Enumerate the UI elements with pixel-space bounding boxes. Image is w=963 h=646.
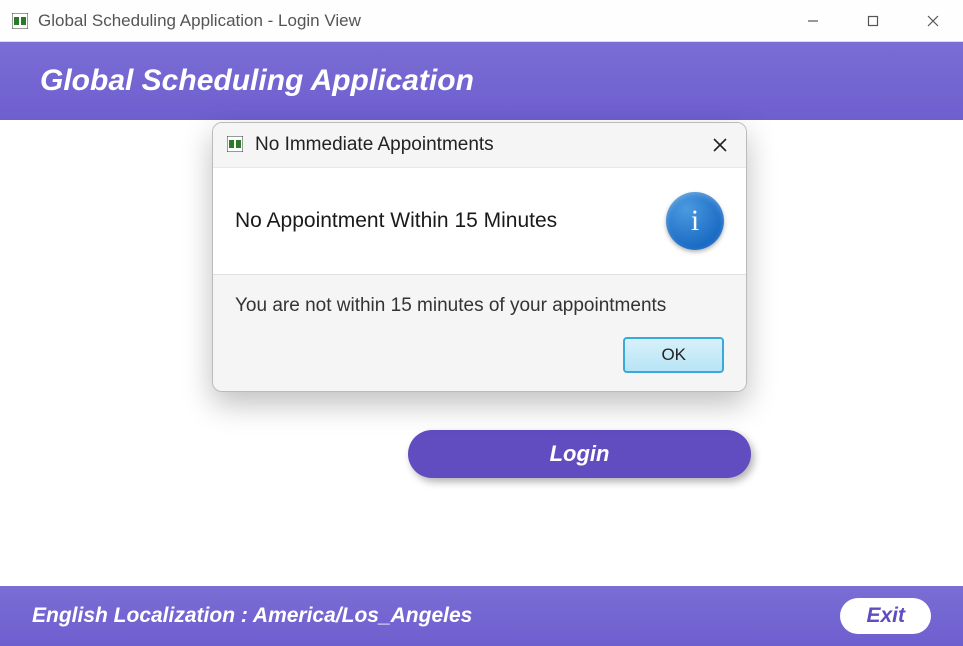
alert-dialog: No Immediate Appointments No Appointment… (212, 122, 747, 392)
info-icon-letter: i (691, 204, 699, 238)
app-footer: English Localization : America/Los_Angel… (0, 586, 963, 646)
ok-button[interactable]: OK (623, 337, 724, 373)
dialog-buttons: OK (235, 337, 724, 373)
dialog-app-icon (227, 136, 245, 154)
app-icon (12, 13, 28, 29)
info-icon: i (666, 192, 724, 250)
window-titlebar: Global Scheduling Application - Login Vi… (0, 0, 963, 42)
app-header: Global Scheduling Application (0, 42, 963, 120)
exit-button[interactable]: Exit (840, 598, 931, 634)
dialog-header: No Appointment Within 15 Minutes i (213, 167, 746, 275)
dialog-close-button[interactable] (708, 133, 732, 157)
window-controls (783, 0, 963, 41)
login-button[interactable]: Login (408, 430, 751, 478)
app-header-title: Global Scheduling Application (40, 64, 474, 98)
dialog-title: No Immediate Appointments (255, 134, 708, 156)
maximize-button[interactable] (843, 0, 903, 41)
dialog-titlebar: No Immediate Appointments (213, 123, 746, 167)
minimize-button[interactable] (783, 0, 843, 41)
window-title: Global Scheduling Application - Login Vi… (38, 11, 783, 31)
dialog-heading: No Appointment Within 15 Minutes (235, 209, 557, 233)
localization-text: English Localization : America/Los_Angel… (32, 604, 472, 628)
close-button[interactable] (903, 0, 963, 41)
dialog-message: You are not within 15 minutes of your ap… (235, 295, 724, 317)
dialog-body: You are not within 15 minutes of your ap… (213, 275, 746, 391)
